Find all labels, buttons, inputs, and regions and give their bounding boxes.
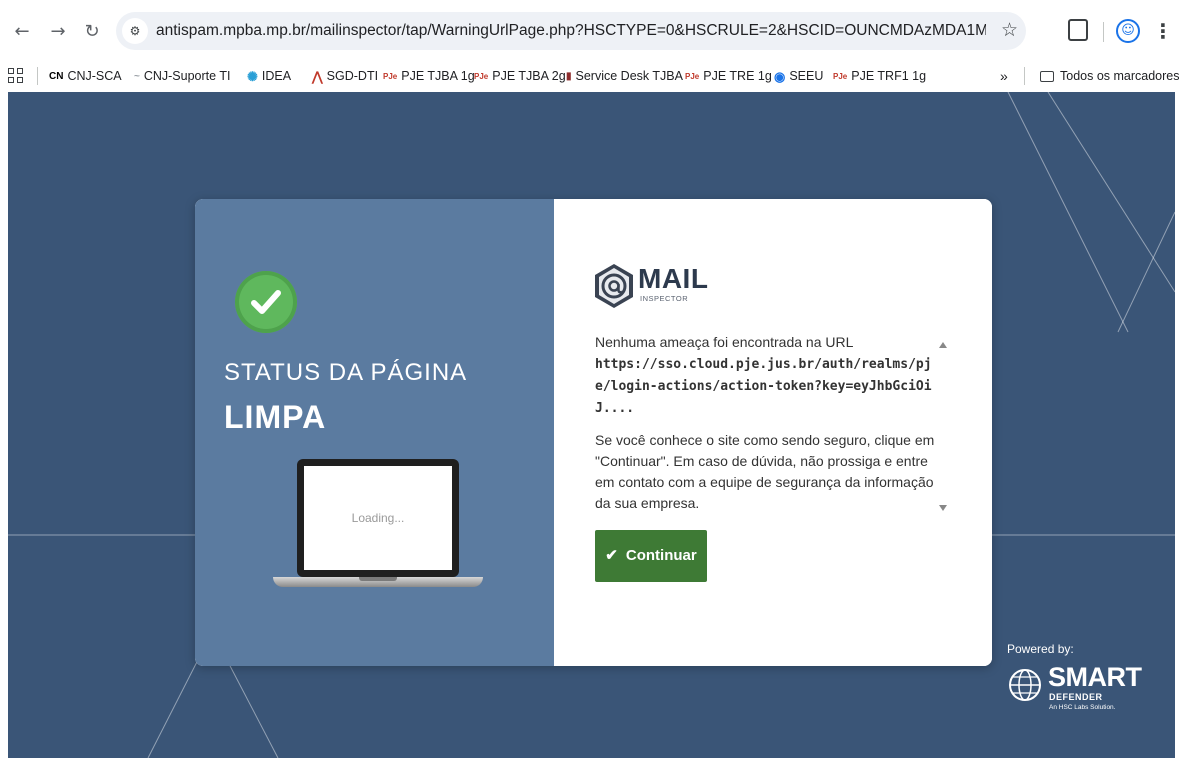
bookmark-pje-trf1-1g[interactable]: PJe PJE TRF1 1g (833, 62, 926, 90)
idea-icon: ✺ (247, 68, 258, 84)
bookmark-label: PJE TRF1 1g (851, 69, 927, 83)
powered-by: Powered by: SMART DEFENDER An HSC Labs S… (998, 642, 1148, 722)
service-desk-icon: ▮ (566, 70, 572, 82)
bookmark-label: Service Desk TJBA (575, 69, 683, 83)
site-info-icon[interactable]: ⚙ (122, 18, 148, 44)
continue-button[interactable]: ✔ Continuar (595, 530, 707, 582)
bookmark-label: CNJ-Suporte TI (143, 69, 231, 83)
cnj-icon: CN (49, 70, 64, 82)
logo-word: MAIL (638, 263, 709, 294)
back-icon[interactable]: ← (10, 20, 34, 44)
bookmarks-divider (37, 67, 38, 85)
laptop-illustration: Loading... (273, 459, 483, 607)
page-viewport: STATUS DA PÁGINA LIMPA Loading... MAIL I… (8, 92, 1175, 758)
logo-sub: INSPECTOR (640, 294, 689, 303)
all-bookmarks-label: Todos os marcadores (1060, 69, 1179, 83)
status-value: LIMPA (224, 399, 327, 435)
pje-icon: PJe (833, 71, 848, 81)
loading-text: Loading... (351, 511, 405, 525)
status-panel: STATUS DA PÁGINA LIMPA Loading... (195, 199, 554, 666)
status-label: STATUS DA PÁGINA (224, 359, 468, 386)
pje-icon: PJe (383, 71, 398, 81)
bookmark-service-desk[interactable]: ▮ Service Desk TJBA (566, 62, 683, 90)
bookmark-label: SEEU (789, 69, 824, 83)
bookmark-star-icon[interactable]: ☆ (1001, 19, 1018, 41)
bookmark-label: IDEA (261, 69, 292, 83)
laptop-screen: Loading... (304, 466, 452, 570)
bookmark-pje-tre-1g[interactable]: PJe PJE TRE 1g (685, 62, 772, 90)
scroll-up-icon[interactable] (939, 342, 947, 348)
laptop-lid: Loading... (297, 459, 459, 577)
forward-icon[interactable]: → (46, 20, 70, 44)
bookmark-seeu[interactable]: ◉ SEEU (774, 62, 823, 90)
message-box: Nenhuma ameaça foi encontrada na URL http… (595, 332, 935, 514)
address-bar[interactable]: ⚙ antispam.mpba.mp.br/mailinspector/tap/… (116, 12, 1026, 50)
bookmark-label: CNJ-SCA (67, 69, 122, 83)
smart-defender-sub: DEFENDER (1049, 692, 1103, 702)
bookmark-label: PJE TJBA 2g (492, 69, 566, 83)
apps-grid-icon[interactable] (8, 68, 24, 84)
bookmark-pje-tjba-1g[interactable]: PJe PJE TJBA 1g (383, 62, 475, 90)
mail-inspector-badge-icon (595, 264, 633, 308)
smart-defender-globe-icon (1009, 669, 1041, 701)
profile-icon[interactable]: ☺ (1116, 19, 1140, 43)
message-intro-text: Nenhuma ameaça foi encontrada na URL (595, 334, 854, 350)
check-circle-icon (235, 271, 297, 333)
scanned-url: https://sso.cloud.pje.jus.br/auth/realms… (595, 357, 932, 416)
url-path: /mailinspector/tap/WarningUrlPage.php?HS… (305, 22, 986, 39)
scroll-down-icon[interactable] (939, 505, 947, 511)
message-panel: MAIL INSPECTOR Nenhuma ameaça foi encont… (554, 199, 992, 666)
reload-icon[interactable]: ↻ (80, 20, 104, 44)
browser-toolbar: ← → ↻ ⚙ antispam.mpba.mp.br/mailinspecto… (0, 0, 1179, 62)
seeu-icon: ◉ (774, 68, 786, 84)
bookmark-label: SGD-DTI (326, 69, 379, 83)
bookmark-pje-tjba-2g[interactable]: PJe PJE TJBA 2g (474, 62, 566, 90)
bookmark-cnj-suporte[interactable]: ~ CNJ-Suporte TI (134, 62, 230, 90)
bookmarks-divider (1024, 67, 1025, 85)
smart-defender-tagline: An HSC Labs Solution. (1049, 704, 1116, 711)
smart-defender-brand: SMART (1048, 662, 1142, 692)
pje-icon: PJe (474, 71, 489, 81)
bookmark-idea[interactable]: ✺ IDEA (247, 62, 291, 90)
pje-icon: PJe (685, 71, 700, 81)
status-card: STATUS DA PÁGINA LIMPA Loading... MAIL I… (195, 199, 992, 666)
bookmarks-overflow-button[interactable]: » (1000, 62, 1008, 90)
sgd-icon: ⋀ (312, 68, 323, 84)
url-text[interactable]: antispam.mpba.mp.br/mailinspector/tap/Wa… (156, 12, 986, 50)
more-menu-icon[interactable]: ⋮ (1153, 18, 1173, 44)
all-bookmarks-folder[interactable]: Todos os marcadores (1040, 62, 1179, 90)
message-intro: Nenhuma ameaça foi encontrada na URL http… (595, 332, 935, 419)
continue-label: Continuar (625, 547, 697, 564)
bookmarks-bar: CN CNJ-SCA ~ CNJ-Suporte TI ✺ IDEA ⋀ SGD-DTI… (0, 62, 1179, 90)
powered-label: Powered by: (1007, 642, 1074, 656)
url-domain: antispam.mpba.mp.br (156, 22, 306, 39)
bookmark-sgd-dti[interactable]: ⋀ SGD-DTI (312, 62, 378, 90)
extensions-icon[interactable] (1068, 19, 1088, 41)
check-icon: ✔ (605, 547, 618, 564)
folder-icon (1040, 71, 1054, 83)
bookmark-cnj-sca[interactable]: CN CNJ-SCA (49, 62, 122, 90)
laptop-notch (359, 577, 397, 581)
bookmark-label: PJE TJBA 1g (401, 69, 475, 83)
message-advice: Se você conhece o site como sendo seguro… (595, 432, 935, 511)
mail-inspector-logo: MAIL INSPECTOR (594, 261, 754, 317)
toolbar-divider (1103, 22, 1104, 42)
bookmark-label: PJE TRE 1g (703, 69, 772, 83)
cnj-suporte-icon: ~ (134, 70, 140, 82)
